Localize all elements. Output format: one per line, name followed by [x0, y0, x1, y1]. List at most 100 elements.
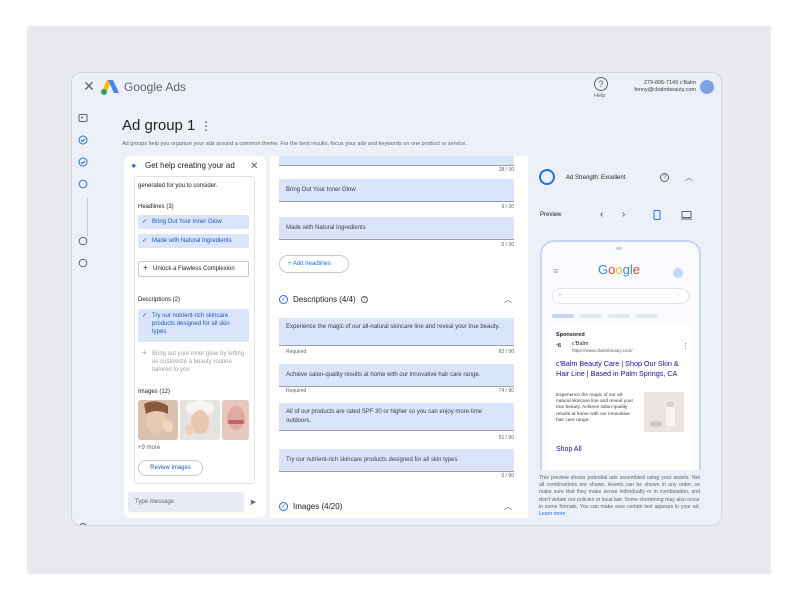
description-field[interactable]: Try our nutrient-rich skincare products … — [279, 449, 514, 472]
sponsored-label: Sponsored — [556, 332, 585, 338]
advertiser-logo: ᐩß — [556, 343, 561, 349]
headline-field[interactable]: Bring Out Your Inner Glow — [279, 179, 514, 202]
image-step-icon[interactable] — [78, 113, 88, 123]
tab-placeholder — [636, 314, 658, 318]
preview-disclaimer: This preview shows potential ads assembl… — [539, 475, 700, 518]
mobile-preview: ≡ Google ⌕ ♩ Sponsored ᐩß c'Balm https:/… — [540, 240, 701, 470]
check-icon: ✓ — [142, 238, 148, 244]
close-icon[interactable]: ✕ — [83, 78, 95, 94]
plus-icon: + — [142, 348, 147, 357]
add-headlines-label: Add headlines — [292, 261, 331, 267]
suggestion-chip[interactable]: + Unlock a Flawless Complexion — [138, 261, 249, 277]
chip-label: Bring Out Your Inner Glow — [152, 219, 222, 225]
more-vert-icon[interactable]: ⋮ — [200, 119, 212, 133]
chevron-left-icon[interactable]: ‹ — [600, 209, 603, 220]
headline-field-partial[interactable] — [279, 156, 514, 166]
help-icon[interactable]: ? — [660, 173, 669, 182]
suggestion-chip[interactable]: ✓ Try our nutrient-rich skincare products… — [138, 309, 249, 342]
ads-editor-window: ✕ Google Ads ? Help 279-806-7149 c'Balm … — [71, 72, 722, 526]
help-icon[interactable]: ? — [361, 296, 368, 303]
sparkle-icon: ✦ — [130, 161, 138, 171]
ad-strength-label: Ad Strength: Excellent — [566, 175, 626, 181]
description-field[interactable]: All of our products are rated SPF 30 or … — [279, 403, 514, 431]
suggested-image[interactable] — [222, 400, 249, 440]
assistant-intro: generated for you to consider. — [138, 183, 218, 189]
avatar — [673, 268, 683, 278]
desktop-icon[interactable] — [681, 211, 692, 220]
settings-icon[interactable] — [78, 522, 88, 526]
char-counter: 74 / 90 — [498, 388, 514, 394]
ad-description: Experience the magic of our all-natural … — [556, 393, 634, 423]
send-icon[interactable]: ➤ — [249, 497, 257, 508]
images-label: Images (12) — [138, 389, 171, 395]
step-circle-icon[interactable] — [78, 258, 88, 268]
menu-icon: ≡ — [553, 266, 559, 276]
suggestion-chip[interactable]: ✓ Made with Natural Ingredients — [138, 234, 249, 248]
add-headlines-button[interactable]: + Add headlines — [279, 255, 349, 273]
more-vert-icon: ⋮ — [682, 343, 689, 350]
suggested-image[interactable] — [180, 400, 220, 440]
check-icon: ✓ — [142, 219, 148, 225]
suggested-image[interactable] — [138, 400, 178, 440]
advertiser-url: https://www.cbalmbeauty.com/ — [572, 348, 633, 353]
mic-icon: ♩ — [677, 291, 684, 298]
tab-placeholder — [608, 314, 630, 318]
chevron-right-icon[interactable]: › — [622, 209, 625, 220]
help-icon[interactable]: ? — [594, 77, 608, 91]
advertiser-name: c'Balm — [572, 341, 589, 347]
step-circle-icon[interactable] — [78, 236, 88, 246]
suggestion-chip[interactable]: + Bring out your inner glow by letting us… — [138, 347, 249, 377]
current-step-icon[interactable] — [78, 179, 88, 189]
collapse-icon[interactable]: ︿ — [504, 501, 512, 512]
images-section-title: Images (4/20) — [293, 502, 343, 511]
learn-more-link[interactable]: Learn more — [539, 511, 566, 517]
review-images-button[interactable]: Review images — [138, 460, 203, 476]
disclaimer-text: This preview shows potential ads assembl… — [539, 475, 700, 510]
assistant-title: Get help creating your ad — [145, 161, 235, 170]
chip-label: Try our nutrient-rich skincare products … — [152, 313, 230, 335]
suggestion-chip[interactable]: ✓ Bring Out Your Inner Glow — [138, 215, 249, 229]
brand-ads: Ads — [165, 80, 187, 94]
close-icon[interactable]: ✕ — [250, 161, 258, 172]
ad-headline[interactable]: c'Balm Beauty Care | Shop Our Skin & Hai… — [556, 359, 686, 378]
avatar[interactable] — [700, 80, 714, 94]
collapse-icon[interactable]: ︿ — [685, 172, 693, 183]
more-images-label: +9 more — [138, 445, 161, 451]
app-brand: Google Ads — [124, 80, 186, 94]
check-circle-icon[interactable] — [78, 135, 88, 145]
preview-label: Preview — [540, 212, 562, 218]
check-icon: ✓ — [142, 313, 148, 319]
description-field[interactable]: Experience the magic of our all-natural … — [279, 318, 514, 346]
descriptions-label: Descriptions (2) — [138, 297, 181, 303]
mobile-icon[interactable] — [653, 210, 661, 220]
char-counter: 28 / 30 — [498, 167, 514, 173]
headline-field[interactable]: Made with Natural Ingredients — [279, 217, 514, 240]
check-circle-icon[interactable] — [78, 157, 88, 167]
ad-strength-ring — [539, 169, 555, 185]
chip-label: Bring out your inner glow by letting us … — [152, 351, 245, 373]
chip-label: Unlock a Flawless Complexion — [153, 266, 235, 272]
shop-all-link[interactable]: Shop All — [556, 446, 582, 453]
char-counter: 0 / 30 — [501, 242, 514, 248]
description-field[interactable]: Achieve salon-quality results at home wi… — [279, 364, 514, 387]
ad-product-image — [644, 392, 684, 432]
account-email: fenny@cbalmbeauty.com — [634, 87, 696, 93]
chip-label: Made with Natural Ingredients — [152, 238, 232, 244]
char-counter: 6 / 30 — [501, 204, 514, 210]
brand-google: Google — [124, 80, 163, 94]
collapse-icon[interactable]: ︿ — [504, 294, 512, 305]
account-id: 279-806-7149 c'Balm — [643, 80, 696, 86]
step-connector — [87, 198, 88, 236]
help-label: Help — [594, 93, 606, 99]
ad-card: Sponsored ᐩß c'Balm https://www.cbalmbea… — [548, 326, 693, 470]
message-input[interactable]: Type message — [128, 492, 244, 512]
char-counter: 51 / 90 — [498, 435, 514, 441]
page-title: Ad group 1 — [122, 117, 196, 134]
headlines-label: Headlines (3) — [138, 204, 174, 210]
google-logo: Google — [598, 262, 640, 277]
page-subtitle: Ad groups help you organize your ads aro… — [122, 141, 467, 147]
check-circle-icon: ✓ — [279, 502, 288, 511]
search-icon: ⌕ — [558, 290, 563, 299]
char-counter: 0 / 90 — [501, 473, 514, 479]
google-ads-logo-icon — [101, 80, 119, 95]
